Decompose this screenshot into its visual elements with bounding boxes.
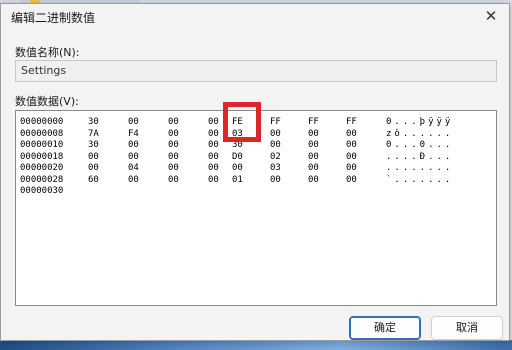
hex-row-address: 00000000 [20, 117, 64, 127]
ok-button[interactable]: 确定 [349, 316, 421, 340]
value-name-label: 数值名称(N): [15, 46, 80, 59]
hex-byte: 00 [208, 174, 219, 185]
hex-byte: 03 [270, 163, 281, 173]
close-icon[interactable]: ✕ [477, 5, 505, 27]
value-data-label: 数值数据(V): [15, 95, 79, 108]
hex-row-ascii: ........ [386, 163, 454, 173]
hex-row-ascii: `....... [386, 174, 454, 185]
hex-row-address: 00000020 [20, 163, 64, 173]
dialog-titlebar: 编辑二进制数值 ✕ [1, 4, 509, 28]
hex-byte: 00 [308, 174, 319, 185]
hex-byte: 30 [88, 117, 99, 127]
hex-byte: 00 [208, 151, 219, 162]
hex-byte: 00 [208, 128, 219, 139]
hex-byte: 00 [308, 128, 319, 139]
hex-byte: 00 [128, 117, 139, 127]
hex-byte: 00 [168, 117, 179, 127]
hex-byte: 00 [346, 174, 357, 185]
hex-byte: 00 [168, 140, 179, 150]
hex-byte: 00 [168, 151, 179, 162]
hex-byte: 00 [168, 174, 179, 185]
hex-byte: 04 [128, 163, 139, 173]
hex-byte: 30 [88, 140, 99, 150]
hex-row: 00000018 00 00 00 00 D0 02 00 00 ....Ð... [16, 151, 496, 163]
hex-row: 00000020 00 04 00 00 00 03 00 00........ [16, 162, 496, 174]
hex-byte: D0 [232, 151, 243, 162]
hex-byte: 00 [308, 151, 319, 162]
edit-binary-value-dialog: 编辑二进制数值 ✕ 数值名称(N): Settings 数值数据(V): 000… [0, 3, 510, 341]
hex-byte: 00 [346, 163, 357, 173]
hex-byte: 00 [128, 151, 139, 162]
hex-byte: 00 [232, 163, 243, 173]
hex-byte: 00 [168, 128, 179, 139]
hex-row-address: 00000010 [20, 140, 64, 150]
hex-row: 00000030 [16, 185, 496, 197]
hex-row-ascii: 0...þÿÿÿ [386, 117, 454, 127]
hex-row-ascii: 0...0... [386, 140, 454, 150]
hex-byte: 00 [270, 128, 281, 139]
hex-byte: FF [346, 117, 357, 127]
hex-byte: 00 [208, 117, 219, 127]
hex-byte: 00 [346, 151, 357, 162]
hex-byte: 01 [232, 174, 243, 185]
hex-byte: 00 [308, 140, 319, 150]
hex-byte: F4 [128, 128, 139, 139]
annotation-highlight-box [223, 102, 261, 142]
hex-byte: 00 [88, 151, 99, 162]
hex-byte: 02 [270, 151, 281, 162]
value-name-field: Settings [15, 60, 497, 82]
hex-byte: 00 [208, 163, 219, 173]
hex-byte: 60 [88, 174, 99, 185]
hex-row: 00000028 60 00 00 00 01 00 00 00 `....... [16, 174, 496, 186]
hex-row-address: 00000018 [20, 151, 64, 162]
hex-row-address: 00000030 [20, 186, 64, 196]
hex-byte: 00 [270, 174, 281, 185]
cancel-button[interactable]: 取消 [431, 316, 503, 340]
hex-byte: 00 [208, 140, 219, 150]
hex-byte: 00 [346, 128, 357, 139]
hex-row-address: 00000008 [20, 128, 64, 139]
hex-byte: 00 [270, 140, 281, 150]
hex-byte: FF [270, 117, 281, 127]
hex-byte: 00 [308, 163, 319, 173]
hex-byte: 00 [128, 140, 139, 150]
hex-row-address: 00000028 [20, 174, 64, 185]
hex-byte: 00 [88, 163, 99, 173]
hex-byte: 00 [128, 174, 139, 185]
hex-byte: 7A [88, 128, 99, 139]
hex-row-ascii: ....Ð... [386, 151, 454, 162]
hex-row-ascii: zô...... [386, 128, 454, 139]
hex-byte: 00 [346, 140, 357, 150]
dialog-title: 编辑二进制数值 [11, 11, 96, 25]
hex-byte: 00 [168, 163, 179, 173]
hex-byte: FF [308, 117, 319, 127]
desktop-taskbar-strip [0, 340, 512, 350]
